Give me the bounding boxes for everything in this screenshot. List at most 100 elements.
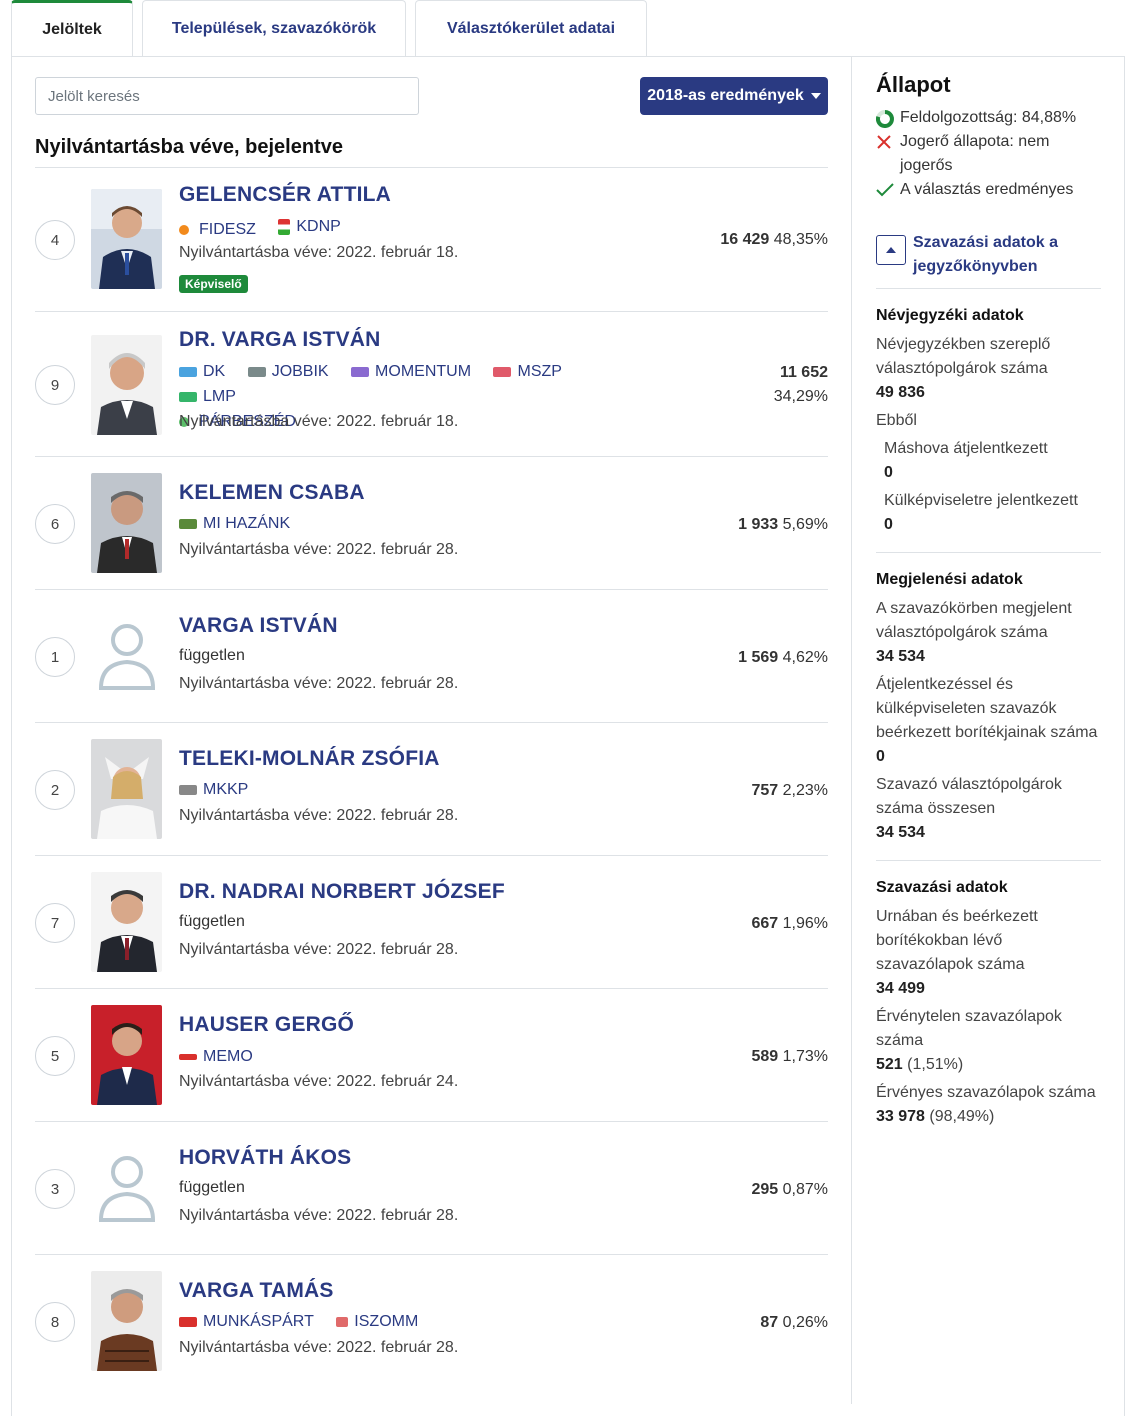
stat-value: 34 534 (876, 648, 925, 665)
ballot-number: 7 (35, 903, 75, 943)
party-list: FIDESZ KDNP (179, 215, 649, 243)
candidate-row[interactable]: 5 HAUSER GERGŐ MEMO Nyilvántartásba véve… (35, 989, 828, 1122)
candidate-name[interactable]: DR. NADRAI NORBERT JÓZSEF (179, 880, 505, 904)
party-link[interactable]: MOMENTUM (351, 360, 471, 384)
candidate-row[interactable]: 6 KELEMEN CSABA MI HAZÁNK Nyilvántartásb… (35, 457, 828, 590)
results-year-label: 2018-as eredmények (647, 87, 804, 104)
vote-percent: 1,96% (782, 915, 828, 932)
tab-jeloltek[interactable]: Jelöltek (11, 0, 133, 57)
independent-label: független (179, 913, 245, 930)
voting-data: Urnában és beérkezett borítékokban lévő … (876, 905, 1101, 1129)
party-link[interactable]: KDNP (278, 215, 341, 239)
divider (876, 288, 1101, 289)
registration-date: Nyilvántartásba véve: 2022. február 28. (179, 1207, 459, 1224)
candidate-name[interactable]: KELEMEN CSABA (179, 481, 365, 505)
stat-label: Érvényes szavazólapok száma (876, 1084, 1096, 1101)
party-link[interactable]: DK (179, 360, 225, 384)
vote-result: 757 2,23% (751, 779, 828, 803)
fidesz-logo-icon (179, 225, 189, 235)
results-year-dropdown[interactable]: 2018-as eredmények (640, 77, 828, 115)
vote-count: 16 429 (720, 231, 770, 248)
registration-date: Nyilvántartásba véve: 2022. február 18. (179, 413, 459, 430)
vote-result: 87 0,26% (760, 1311, 828, 1335)
candidate-row[interactable]: 9 DR. VARGA ISTVÁN DK JOBBIK MOMENTUM MS… (35, 312, 828, 457)
candidate-name[interactable]: HORVÁTH ÁKOS (179, 1146, 351, 1170)
candidate-name[interactable]: HAUSER GERGŐ (179, 1013, 354, 1037)
check-icon (876, 178, 900, 202)
party-link[interactable]: MUNKÁSPÁRT (179, 1310, 314, 1334)
party-name: ISZOMM (354, 1313, 419, 1330)
ballot-number: 9 (35, 365, 75, 405)
registration-date: Nyilvántartásba véve: 2022. február 24. (179, 1073, 459, 1090)
stat-label: Átjelentkezéssel és külképviseleten szav… (876, 676, 1098, 741)
momentum-logo-icon (351, 367, 370, 377)
party-name: DK (203, 363, 226, 380)
party-link[interactable]: FIDESZ (179, 218, 256, 242)
divider (876, 552, 1101, 553)
candidate-row[interactable]: 7 DR. NADRAI NORBERT JÓZSEF független Ny… (35, 856, 828, 989)
candidate-name[interactable]: VARGA TAMÁS (179, 1279, 334, 1303)
stat-value: 34 534 (876, 824, 925, 841)
party-name: MUNKÁSPÁRT (203, 1313, 314, 1330)
avatar-placeholder (91, 1138, 162, 1238)
sidebar-divider (851, 56, 852, 1404)
representative-badge: Képviselő (179, 275, 248, 293)
divider (876, 860, 1101, 861)
tab-valasztokerulet[interactable]: Választókerület adatai (415, 0, 647, 57)
stat-value: 49 836 (876, 384, 925, 401)
munkaspart-logo-icon (179, 1317, 197, 1327)
voting-heading: Szavazási adatok (876, 879, 1008, 896)
status-text: Jogerő állapota: nem jogerős (900, 133, 1050, 174)
candidate-name[interactable]: VARGA ISTVÁN (179, 614, 338, 638)
cross-icon (876, 130, 900, 178)
party-link[interactable]: JOBBIK (247, 360, 329, 384)
candidate-row[interactable]: 3 HORVÁTH ÁKOS független Nyilvántartásba… (35, 1122, 828, 1255)
party-link[interactable]: ISZOMM (336, 1310, 418, 1334)
vote-count: 757 (751, 782, 779, 799)
vote-count: 1 933 (738, 516, 779, 533)
candidate-search-input[interactable] (35, 77, 419, 115)
dk-logo-icon (179, 367, 197, 377)
party-link[interactable]: MI HAZÁNK (179, 512, 290, 536)
candidate-name[interactable]: GELENCSÉR ATTILA (179, 183, 391, 207)
lmp-logo-icon (179, 392, 197, 402)
stat-value: 521 (876, 1056, 903, 1073)
party-link[interactable]: MEMO (179, 1045, 253, 1069)
vote-percent: 4,62% (782, 649, 828, 666)
party-link[interactable]: MKKP (179, 778, 248, 802)
candidate-row[interactable]: 8 VARGA TAMÁS MUNKÁSPÁRT ISZOMM Nyilvánt… (35, 1255, 828, 1388)
section-title: Nyilvántartásba véve, bejelentve (35, 136, 343, 158)
registration-date: Nyilvántartásba véve: 2022. február 28. (179, 807, 459, 824)
tab-telepulesek[interactable]: Települések, szavazókörök (142, 0, 406, 57)
party-link[interactable]: MSZP (493, 360, 562, 384)
jobbik-logo-icon (247, 367, 266, 377)
candidate-photo (91, 189, 162, 289)
vote-count: 11 652 (779, 364, 828, 381)
party-name: MI HAZÁNK (203, 515, 291, 532)
avatar-placeholder (91, 606, 162, 706)
ballot-number: 8 (35, 1302, 75, 1342)
candidate-name[interactable]: TELEKI-MOLNÁR ZSÓFIA (179, 747, 440, 771)
candidate-row[interactable]: 4 GELENCSÉR ATTILA FIDESZ KDNP Nyilvánta… (35, 167, 828, 312)
party-name: LMP (203, 388, 236, 405)
candidate-row[interactable]: 2 TELEKI-MOLNÁR ZSÓFIA MKKP Nyilvántartá… (35, 723, 828, 856)
vote-percent: 5,69% (782, 516, 828, 533)
kdnp-logo-icon (278, 219, 291, 235)
stat-label: Érvénytelen szavazólapok száma (876, 1008, 1062, 1049)
status-text: A választás eredményes (900, 181, 1074, 198)
protocol-data-toggle[interactable]: Szavazási adatok a jegyzőkönyvben (876, 231, 1083, 279)
turnout-heading: Megjelenési adatok (876, 571, 1023, 588)
vote-percent: 2,23% (782, 782, 828, 799)
status-progress: Feldolgozottság: 84,88% (876, 106, 1076, 130)
party-name: MEMO (203, 1048, 253, 1065)
stat-label: A szavazókörben megjelent választópolgár… (876, 600, 1072, 641)
vote-count: 589 (751, 1048, 779, 1065)
vote-percent: 1,73% (782, 1048, 828, 1065)
candidate-row[interactable]: 1 VARGA ISTVÁN független Nyilvántartásba… (35, 590, 828, 723)
party-link[interactable]: LMP (179, 385, 236, 409)
vote-count: 1 569 (738, 649, 779, 666)
candidate-name[interactable]: DR. VARGA ISTVÁN (179, 328, 381, 352)
candidate-list: 4 GELENCSÉR ATTILA FIDESZ KDNP Nyilvánta… (35, 167, 828, 1388)
candidate-photo (91, 739, 162, 839)
stat-label: Urnában és beérkezett borítékokban lévő … (876, 908, 1038, 973)
